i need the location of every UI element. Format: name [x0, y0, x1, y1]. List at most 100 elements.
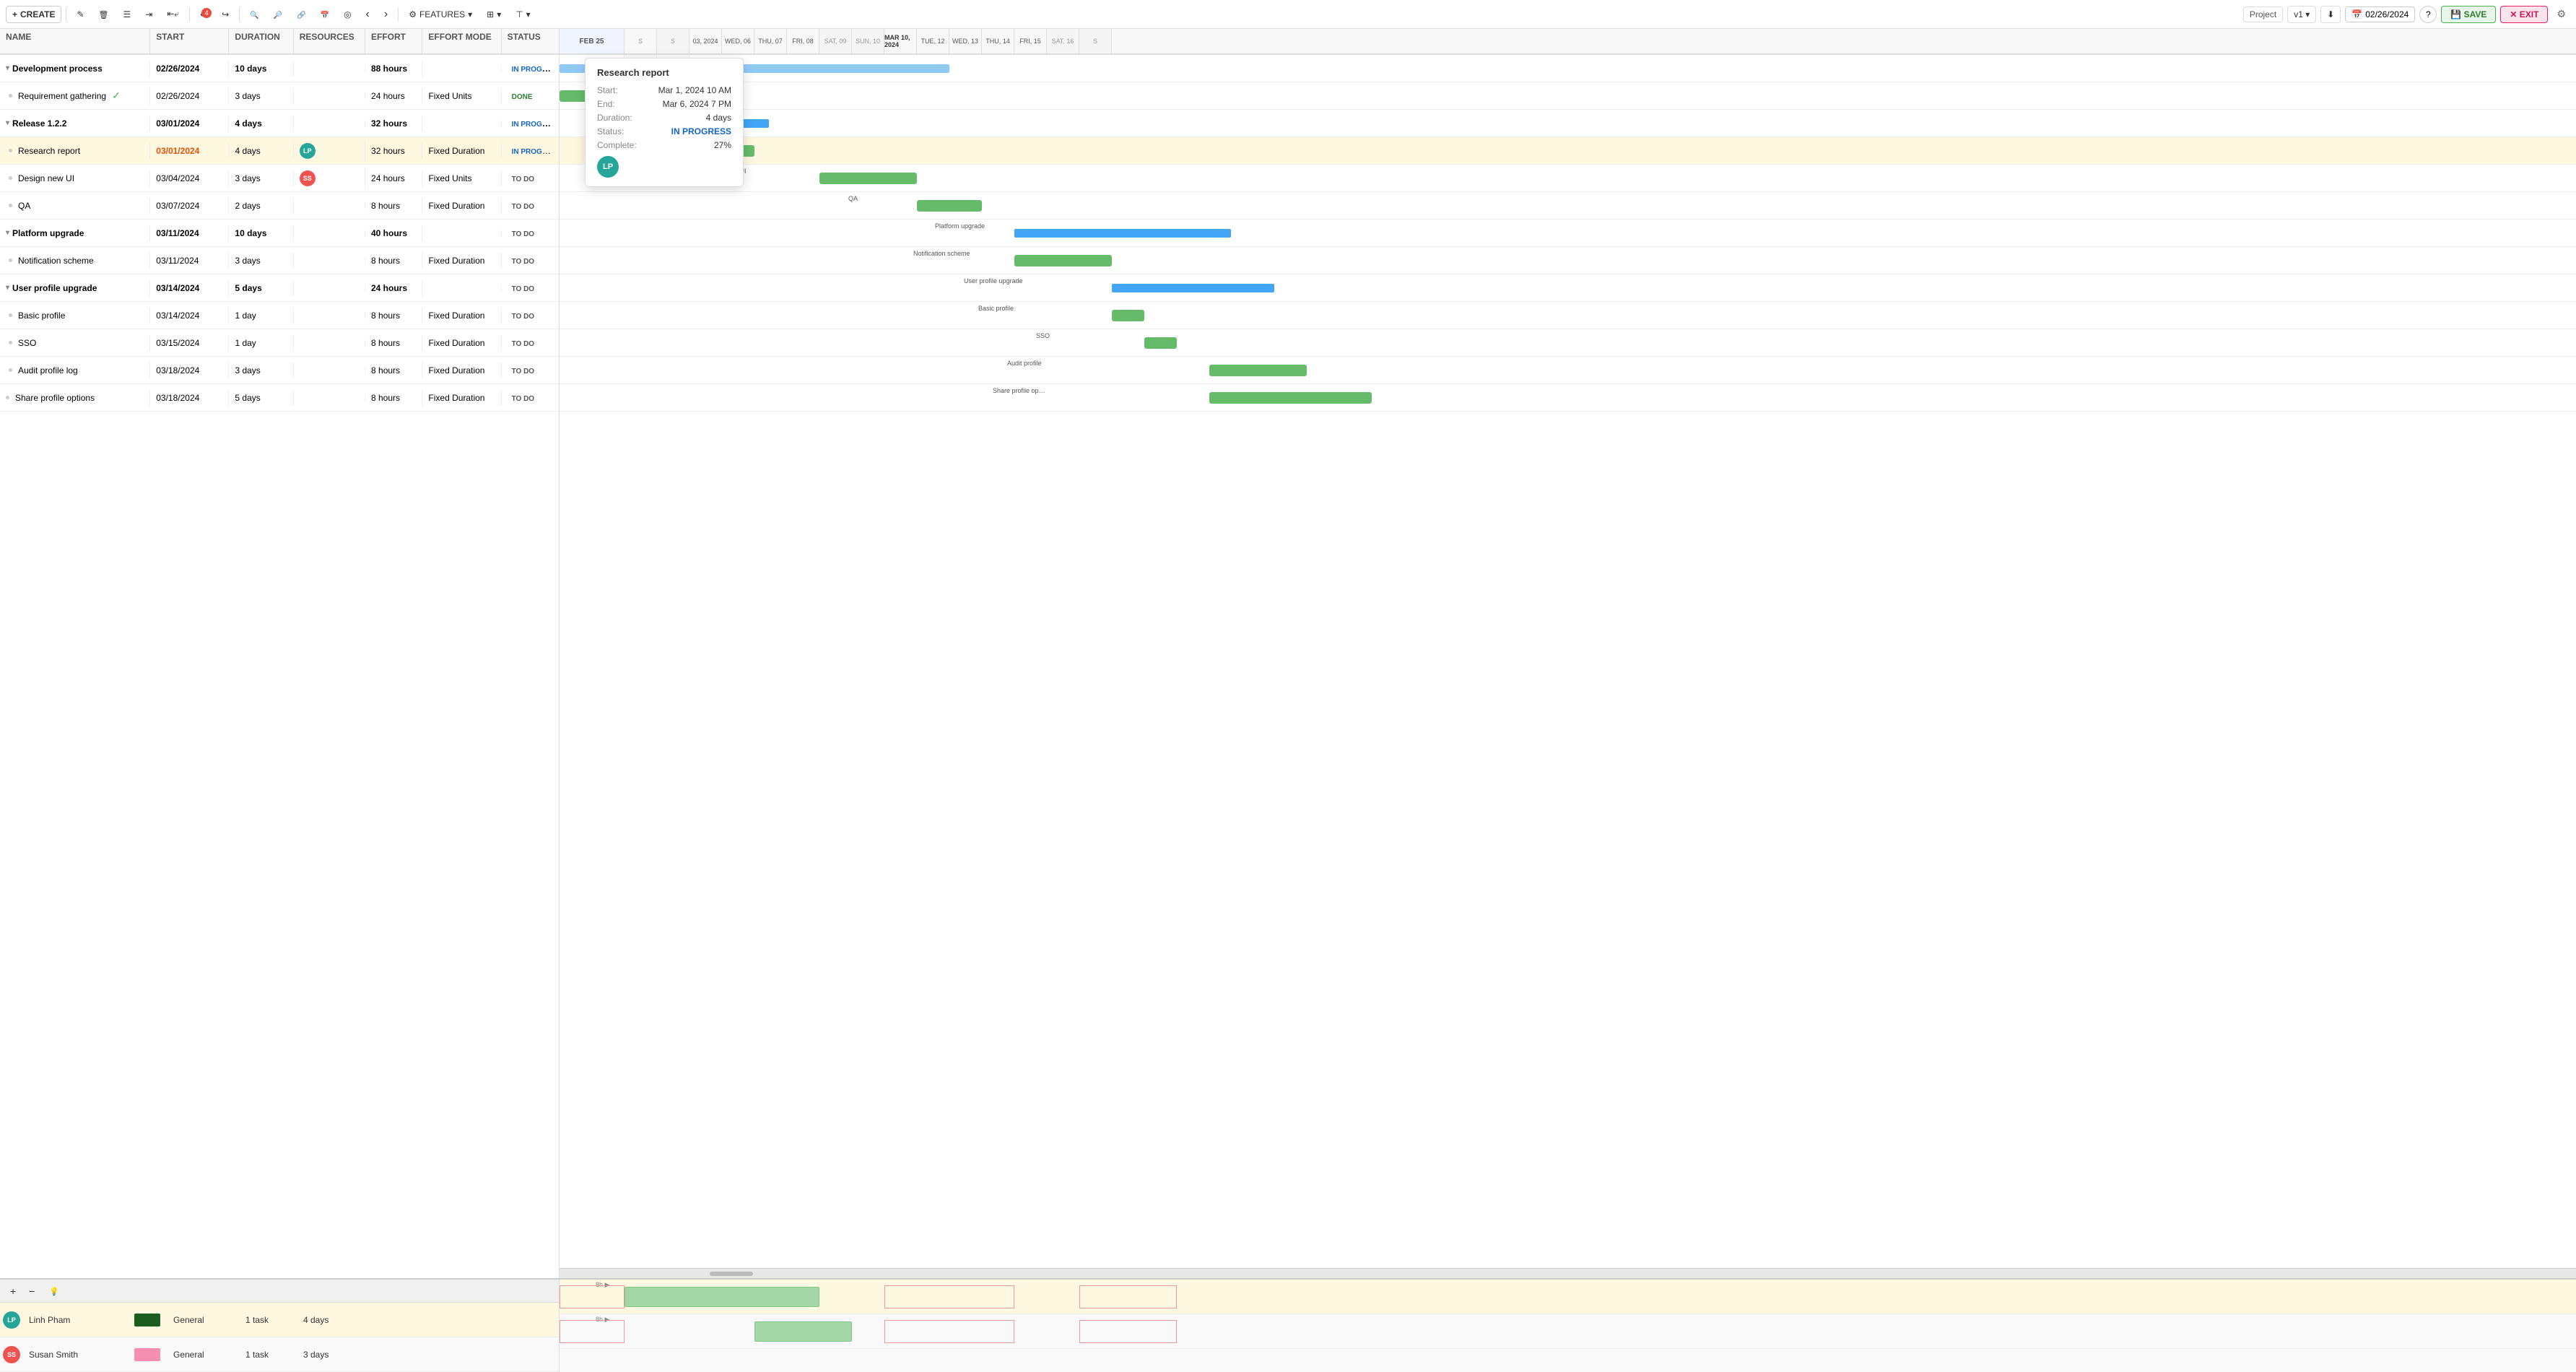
ss-task-bar — [754, 1321, 852, 1342]
table-row[interactable]: Research report 03/01/2024 4 days LP 32 … — [0, 137, 559, 165]
gantt-row-2 — [560, 82, 2576, 110]
gantt-date-header: FEB 25 S S 03, 2024 WED, 06 THU, 07 FRI,… — [560, 29, 2576, 55]
table-row[interactable]: ▾ Release 1.2.2 03/01/2024 4 days 32 hou… — [0, 110, 559, 137]
project-label: Project — [2243, 6, 2283, 22]
cell-effortmode: Fixed Duration — [422, 143, 501, 159]
view-button[interactable] — [481, 6, 507, 22]
cell-start: 03/01/2024 — [150, 143, 229, 159]
cell-duration: 3 days — [229, 170, 293, 186]
cell-duration: 5 days — [229, 280, 293, 296]
status-badge: TO DO — [508, 311, 539, 322]
edit-button[interactable] — [71, 6, 90, 22]
help-button[interactable]: ? — [2419, 6, 2437, 23]
table-body: ▾ Development process 02/26/2024 10 days… — [0, 55, 559, 1278]
save-icon: 💾 — [2450, 9, 2463, 19]
cell-resources: SS — [294, 168, 365, 189]
gantt-label-platform: Platform upgrade — [935, 222, 985, 230]
table-row[interactable]: SSO 03/15/2024 1 day 8 hours Fixed Durat… — [0, 329, 559, 357]
features-button[interactable]: FEATURES — [403, 6, 478, 22]
find-button[interactable] — [244, 6, 264, 22]
tooltip-avatar-lp: LP — [597, 156, 619, 178]
gantt-row-10: Basic profile — [560, 302, 2576, 329]
gantt-scrollbar[interactable] — [560, 1268, 2576, 1278]
table-row[interactable]: ▾ User profile upgrade 03/14/2024 5 days… — [0, 274, 559, 302]
undo-button[interactable]: 4 — [194, 6, 213, 22]
resource-row-lp[interactable]: LP Linh Pham General 1 task 4 days — [0, 1303, 559, 1337]
dot-icon — [9, 259, 12, 262]
expand-icon[interactable]: ▾ — [6, 64, 9, 72]
tooltip-status-row: Status: IN PROGRESS — [597, 126, 731, 136]
col-header-effortmode: EFFORT MODE — [422, 29, 501, 53]
gantt-row-9: User profile upgrade — [560, 274, 2576, 302]
col-header-resources: RESOURCES — [294, 29, 365, 53]
target-button[interactable] — [338, 6, 357, 22]
remove-resource-button[interactable]: − — [25, 1284, 39, 1298]
prev-button[interactable] — [360, 5, 375, 24]
calendar-icon — [321, 9, 329, 19]
save-button[interactable]: 💾 SAVE — [2441, 6, 2496, 23]
resource-row-ss[interactable]: SS Susan Smith General 1 task 3 days — [0, 1337, 559, 1372]
indent-button[interactable] — [118, 6, 137, 22]
create-button[interactable]: CREATE — [6, 6, 61, 23]
table-row[interactable]: Notification scheme 03/11/2024 3 days 8 … — [0, 247, 559, 274]
next-button[interactable] — [378, 5, 393, 24]
link-button[interactable] — [291, 6, 311, 22]
day-sun10: SUN, 10 — [852, 29, 884, 53]
bottom-left: + − LP Linh Pham General 1 task 4 days — [0, 1280, 560, 1372]
expand-icon[interactable]: ▾ — [6, 284, 9, 292]
status-badge: TO DO — [508, 366, 539, 377]
filter-button[interactable] — [510, 6, 536, 22]
bottom-toolbar: + − — [0, 1280, 559, 1303]
bottom-gantt-row-lp: 8h ▶ — [560, 1280, 2576, 1314]
date-value: 02/26/2024 — [2365, 9, 2409, 19]
exit-button[interactable]: ✕ EXIT — [2500, 6, 2548, 23]
date-picker[interactable]: 📅 02/26/2024 — [2345, 6, 2415, 22]
table-row[interactable]: Audit profile log 03/18/2024 3 days 8 ho… — [0, 357, 559, 384]
v1-button[interactable]: v1 ▾ — [2287, 6, 2316, 23]
redo-button[interactable] — [216, 6, 235, 22]
delete-button[interactable] — [93, 6, 115, 22]
cell-effortmode — [422, 121, 501, 126]
gantt-row-7: Platform upgrade — [560, 220, 2576, 247]
gantt-label-basic: Basic profile — [978, 305, 1014, 312]
settings-button[interactable]: ⚙ — [2552, 5, 2570, 23]
export-button[interactable]: ⬇ — [2320, 6, 2341, 23]
cell-status: IN PROGRESS — [502, 116, 559, 131]
cell-duration: 4 days — [229, 116, 293, 131]
day-fri15: FRI, 15 — [1014, 29, 1047, 53]
cell-effortmode: Fixed Duration — [422, 308, 501, 324]
table-row[interactable]: ▾ Platform upgrade 03/11/2024 10 days 40… — [0, 220, 559, 247]
col-header-name: NAME — [0, 29, 150, 53]
resource-tasks-lp: 1 task — [240, 1315, 297, 1325]
cell-status: DONE — [502, 88, 559, 104]
scrollbar-thumb[interactable] — [710, 1272, 753, 1276]
expand-icon[interactable]: ▾ — [6, 229, 9, 237]
col-header-duration: DURATION — [229, 29, 293, 53]
restore-button[interactable]: ⤶ — [161, 6, 185, 22]
cell-effortmode — [422, 230, 501, 236]
table-row[interactable]: Basic profile 03/14/2024 1 day 8 hours F… — [0, 302, 559, 329]
calendar-button[interactable] — [315, 6, 335, 22]
zoom-out-button[interactable] — [268, 6, 288, 22]
add-resource-button[interactable]: + — [6, 1284, 20, 1298]
outdent-button[interactable] — [139, 6, 158, 22]
cell-resources — [294, 258, 365, 264]
table-row[interactable]: Design new UI 03/04/2024 3 days SS 24 ho… — [0, 165, 559, 192]
day-sun-end: S — [1079, 29, 1112, 53]
cell-status: TO DO — [502, 390, 559, 406]
tooltip-complete-label: Complete: — [597, 140, 651, 150]
arrow-left-icon — [366, 8, 370, 21]
gantt-label-share: Share profile op… — [993, 387, 1045, 394]
cell-name: Notification scheme — [0, 253, 150, 269]
cell-start: 03/11/2024 — [150, 225, 229, 241]
day-wed06: WED, 06 — [722, 29, 754, 53]
resource-color-ss — [131, 1348, 167, 1361]
row-name: Basic profile — [18, 311, 65, 321]
resource-settings-button[interactable] — [43, 1283, 65, 1299]
table-row[interactable]: ▾ Development process 02/26/2024 10 days… — [0, 55, 559, 82]
create-label: CREATE — [20, 9, 55, 19]
table-row[interactable]: Requirement gathering ✓ 02/26/2024 3 day… — [0, 82, 559, 110]
expand-icon[interactable]: ▾ — [6, 119, 9, 127]
table-row[interactable]: QA 03/07/2024 2 days 8 hours Fixed Durat… — [0, 192, 559, 220]
table-row[interactable]: Share profile options 03/18/2024 5 days … — [0, 384, 559, 412]
